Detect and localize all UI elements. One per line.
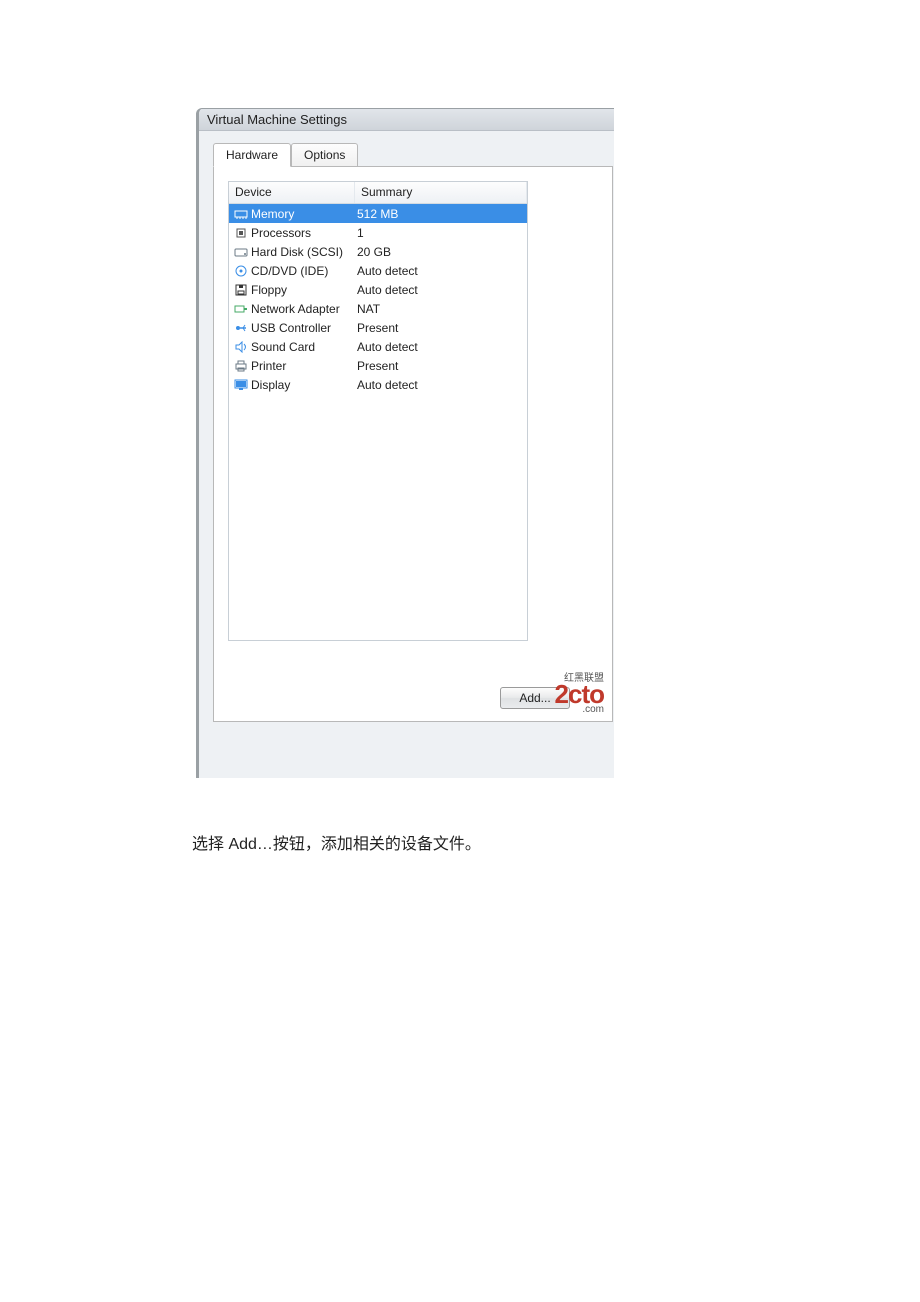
- device-summary: NAT: [357, 302, 523, 316]
- vm-settings-window: Virtual Machine Settings Hardware Option…: [196, 108, 614, 778]
- device-label: Floppy: [251, 283, 357, 297]
- device-summary: 1: [357, 226, 523, 240]
- sound-icon: [233, 340, 249, 354]
- device-row-nic[interactable]: Network AdapterNAT: [229, 299, 527, 318]
- device-summary: Present: [357, 359, 523, 373]
- device-row-cd[interactable]: CD/DVD (IDE)Auto detect: [229, 261, 527, 280]
- window-title: Virtual Machine Settings: [207, 112, 347, 127]
- tab-options[interactable]: Options: [291, 143, 358, 166]
- nic-icon: [233, 302, 249, 316]
- header-summary[interactable]: Summary: [355, 182, 527, 203]
- device-summary: Auto detect: [357, 340, 523, 354]
- device-row-cpu[interactable]: Processors1: [229, 223, 527, 242]
- device-label: Sound Card: [251, 340, 357, 354]
- floppy-icon: [233, 283, 249, 297]
- device-row-display[interactable]: DisplayAuto detect: [229, 375, 527, 394]
- content-area: Hardware Options Device Summary Memory51…: [199, 131, 614, 722]
- hardware-panel: Device Summary Memory512 MBProcessors1Ha…: [213, 166, 613, 722]
- cpu-icon: [233, 226, 249, 240]
- display-icon: [233, 378, 249, 392]
- device-summary: 20 GB: [357, 245, 523, 259]
- printer-icon: [233, 359, 249, 373]
- device-row-floppy[interactable]: FloppyAuto detect: [229, 280, 527, 299]
- device-label: USB Controller: [251, 321, 357, 335]
- device-row-memory[interactable]: Memory512 MB: [229, 204, 527, 223]
- add-button[interactable]: Add...: [500, 687, 570, 709]
- device-row-sound[interactable]: Sound CardAuto detect: [229, 337, 527, 356]
- cd-icon: [233, 264, 249, 278]
- device-list-body: Memory512 MBProcessors1Hard Disk (SCSI)2…: [229, 204, 527, 394]
- tab-strip: Hardware Options: [213, 143, 614, 166]
- header-device[interactable]: Device: [229, 182, 355, 203]
- device-label: Printer: [251, 359, 357, 373]
- usb-icon: [233, 321, 249, 335]
- device-list[interactable]: Device Summary Memory512 MBProcessors1Ha…: [228, 181, 528, 641]
- device-label: Display: [251, 378, 357, 392]
- window-title-bar: Virtual Machine Settings: [199, 109, 614, 131]
- device-summary: Auto detect: [357, 264, 523, 278]
- device-row-hdd[interactable]: Hard Disk (SCSI)20 GB: [229, 242, 527, 261]
- device-row-printer[interactable]: PrinterPresent: [229, 356, 527, 375]
- device-label: Network Adapter: [251, 302, 357, 316]
- hdd-icon: [233, 245, 249, 259]
- button-row: Add...: [500, 687, 570, 709]
- tab-hardware[interactable]: Hardware: [213, 143, 291, 167]
- page-caption: 选择 Add…按钮，添加相关的设备文件。: [192, 830, 481, 854]
- device-summary: 512 MB: [357, 207, 523, 221]
- watermark-top: 红黑联盟: [555, 674, 604, 684]
- device-label: Hard Disk (SCSI): [251, 245, 357, 259]
- device-label: CD/DVD (IDE): [251, 264, 357, 278]
- memory-icon: [233, 207, 249, 221]
- device-summary: Auto detect: [357, 378, 523, 392]
- device-label: Memory: [251, 207, 357, 221]
- device-summary: Auto detect: [357, 283, 523, 297]
- device-summary: Present: [357, 321, 523, 335]
- device-list-header: Device Summary: [229, 182, 527, 204]
- device-row-usb[interactable]: USB ControllerPresent: [229, 318, 527, 337]
- device-label: Processors: [251, 226, 357, 240]
